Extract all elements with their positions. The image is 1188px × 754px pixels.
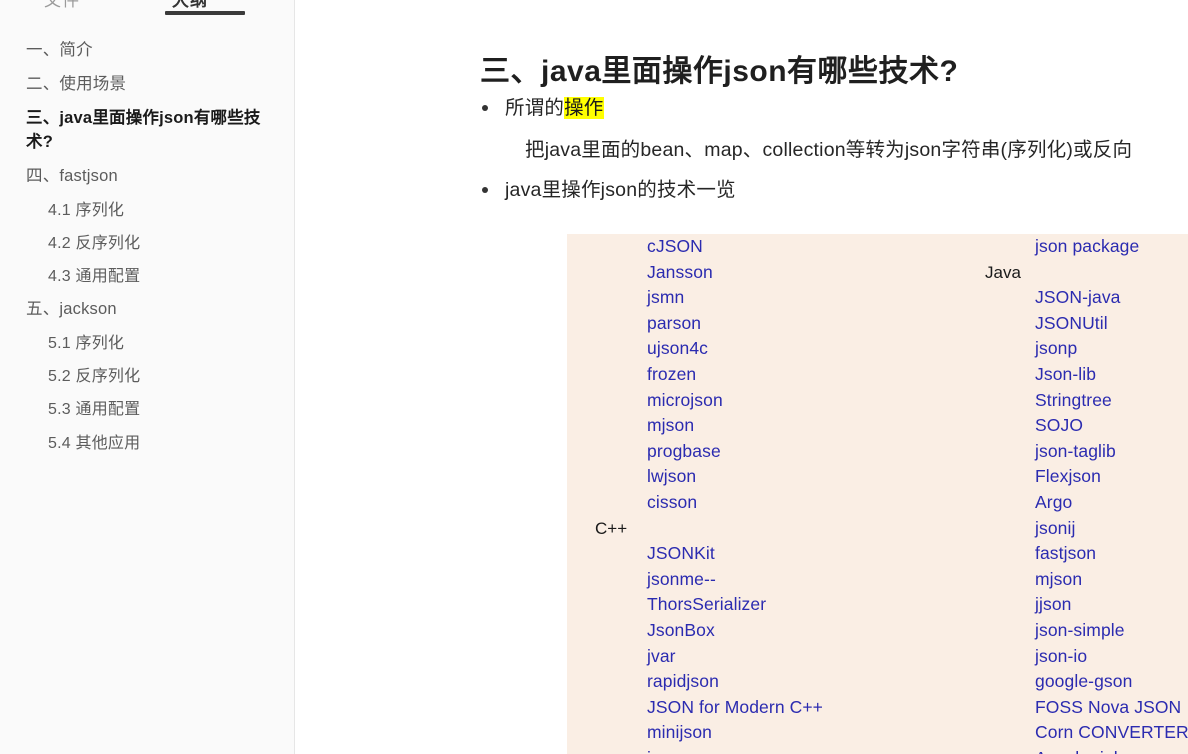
figure-language-cpp: C++ xyxy=(595,518,628,538)
figure-lib: rapidjson xyxy=(647,671,719,692)
figure-lib: jsonme-- xyxy=(647,568,716,589)
sidebar-item-5-2[interactable]: 5.2 反序列化 xyxy=(0,360,294,393)
figure-lib-fastjson: fastjson xyxy=(1035,543,1097,564)
figure-lib: Corn CONVERTER xyxy=(1035,722,1188,743)
bullet-icon xyxy=(482,105,488,111)
figure-lib: SOJO xyxy=(1035,415,1084,436)
sidebar-item-use-cases[interactable]: 二、使用场景 xyxy=(0,68,294,102)
figure-lib: lwjson xyxy=(647,466,697,487)
figure-lib: google-gson xyxy=(1035,671,1133,692)
figure-lib: JSON for Modern C++ xyxy=(647,696,823,717)
figure-lib: cJSON xyxy=(647,236,703,256)
figure-right-column: json package Java JSON-java JSONUtil jso… xyxy=(967,234,1188,754)
bullet-1-prefix: 所谓的 xyxy=(505,97,565,119)
figure-lib: Flexjson xyxy=(1035,466,1101,487)
sidebar-item-jackson[interactable]: 五、jackson xyxy=(0,293,294,327)
sidebar-item-4-2[interactable]: 4.2 反序列化 xyxy=(0,227,294,260)
sidebar-item-4-3[interactable]: 4.3 通用配置 xyxy=(0,260,294,293)
figure-lib: jsonij xyxy=(1035,517,1076,538)
figure-lib: json-io xyxy=(1035,645,1088,666)
list-item: java里操作json的技术一览 xyxy=(482,176,736,204)
sidebar-item-intro[interactable]: 一、简介 xyxy=(0,34,294,68)
figure-lib: json-simple xyxy=(1035,619,1125,640)
figure-lib: jvar xyxy=(647,645,676,666)
figure-lib: mjson xyxy=(1035,568,1083,589)
figure-lib: jsoncons xyxy=(567,746,967,754)
sidebar-item-java-json-tech[interactable]: 三、java里面操作json有哪些技术? xyxy=(0,102,294,160)
sidebar-item-5-1[interactable]: 5.1 序列化 xyxy=(0,327,294,360)
list-item-text: java里操作json的技术一览 xyxy=(505,179,736,201)
figure-lib: json-taglib xyxy=(1035,440,1116,461)
tab-file[interactable]: 文件 xyxy=(44,0,80,17)
figure-lib: Apache johnzon xyxy=(967,746,1188,754)
figure-lib: frozen xyxy=(647,363,697,384)
figure-lib: mjson xyxy=(647,415,695,436)
figure-language-java: Java xyxy=(985,262,1021,282)
highlighted-term: 操作 xyxy=(564,97,604,119)
tab-file-label: 文件 xyxy=(44,0,80,10)
figure-left-column: cJSON Jansson jsmn parson ujson4c frozen… xyxy=(567,234,967,754)
figure-lib: parson xyxy=(647,312,702,333)
figure-lib: JSON-java xyxy=(1035,287,1121,308)
app-window: 文件 大纲 一、简介 二、使用场景 三、java里面操作json有哪些技术? 四… xyxy=(0,0,1188,754)
figure-lib: jsmn xyxy=(647,287,685,308)
figure-lib: JSONKit xyxy=(647,543,715,564)
figure-lib: Jansson xyxy=(647,261,713,282)
figure-lib: jsonp xyxy=(1035,338,1078,359)
figure-lib: progbase xyxy=(647,440,721,461)
figure-lib: cisson xyxy=(647,491,698,512)
paragraph-definition: 把java里面的bean、map、collection等转为json字符串(序列… xyxy=(525,139,1133,161)
figure-lib: microjson xyxy=(647,389,723,410)
figure-lib: Stringtree xyxy=(1035,389,1112,410)
sidebar-tabs: 文件 大纲 xyxy=(0,0,294,22)
figure-lib: Json-lib xyxy=(1035,363,1097,384)
figure-lib: ujson4c xyxy=(647,338,709,359)
figure-lib: JsonBox xyxy=(647,619,715,640)
json-technologies-figure: cJSON Jansson jsmn parson ujson4c frozen… xyxy=(567,234,1188,754)
sidebar-item-fastjson[interactable]: 四、fastjson xyxy=(0,160,294,194)
list-item-text: 所谓的操作 xyxy=(505,94,604,122)
list-item: 所谓的操作 xyxy=(482,94,604,122)
figure-lib: minijson xyxy=(647,722,712,743)
figure-lib: Argo xyxy=(1035,491,1073,512)
figure-lib: jjson xyxy=(1035,594,1072,615)
page-title: 三、java里面操作json有哪些技术? xyxy=(480,55,959,89)
sidebar: 文件 大纲 一、简介 二、使用场景 三、java里面操作json有哪些技术? 四… xyxy=(0,0,295,754)
tab-outline-label: 大纲 xyxy=(172,0,208,10)
bullet-icon xyxy=(482,187,488,193)
figure-lib: ThorsSerializer xyxy=(647,594,767,615)
sidebar-item-5-3[interactable]: 5.3 通用配置 xyxy=(0,393,294,426)
outline-list: 一、简介 二、使用场景 三、java里面操作json有哪些技术? 四、fastj… xyxy=(0,22,294,460)
figure-lib: FOSS Nova JSON xyxy=(1035,696,1182,717)
figure-lib: json package xyxy=(1035,236,1140,256)
figure-lib: JSONUtil xyxy=(1035,312,1108,333)
document-content: 三、java里面操作json有哪些技术? 所谓的操作 把java里面的bean、… xyxy=(295,0,1188,754)
sidebar-item-4-1[interactable]: 4.1 序列化 xyxy=(0,194,294,227)
tab-active-indicator xyxy=(165,11,245,15)
sidebar-item-5-4[interactable]: 5.4 其他应用 xyxy=(0,427,294,460)
